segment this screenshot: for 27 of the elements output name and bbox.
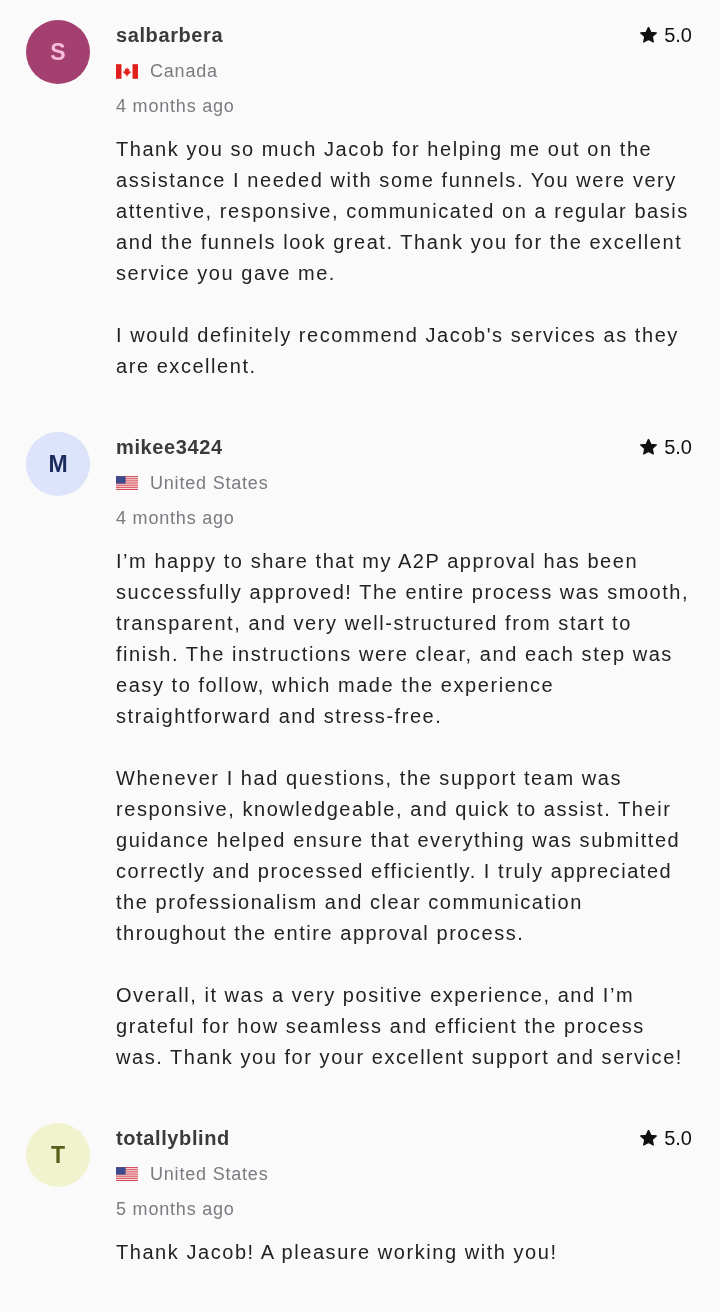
review-text: Whenever I had questions, the support team was responsive, knowledgeable, and quick to assist. Their guidance helped ensure that everything was submitted correctly and processed efficiently. I truly appreciated the professionalism and clear communication throughout the entire approval process. xyxy=(116,766,682,946)
star-icon xyxy=(640,439,658,455)
country-name: Canada xyxy=(150,60,218,83)
review-text: Overall, it was a very positive experience, and I’m grateful for how seamless and efficient the process was. Thank you for your excellent support and service! xyxy=(116,983,684,1070)
user-avatar: T xyxy=(26,1123,90,1187)
canada-flag-icon xyxy=(116,63,138,79)
review-text: I’m happy to share that my A2P approval has been successfully approved! The entire process was smooth, transparent, and very well-structured from start to finish. The instructions were clear, and each step was easy to follow, which made the experience straightforward and stress-free. xyxy=(116,549,691,729)
us-flag-icon xyxy=(116,1166,138,1182)
review-date: 5 months ago xyxy=(116,1198,236,1221)
rating-score: 5.0 xyxy=(664,435,692,460)
username: mikee3424 xyxy=(116,435,223,460)
user-avatar: S xyxy=(26,20,90,84)
username: totallyblind xyxy=(116,1126,230,1151)
rating-score: 5.0 xyxy=(664,1126,692,1151)
review-text: Thank you so much Jacob for helping me out on the assistance I needed with some funnels. You were very attentive, responsive, communicated on a regular basis and the funnels look great. Thank you for the excellent service you gave me. xyxy=(116,137,690,286)
star-icon xyxy=(640,27,658,43)
us-flag-icon xyxy=(116,475,138,491)
user-avatar: M xyxy=(26,432,90,496)
review-text: I would definitely recommend Jacob's services as they are excellent. xyxy=(116,323,680,379)
review-date: 4 months ago xyxy=(116,507,236,530)
country-name: United States xyxy=(150,472,269,495)
country-name: United States xyxy=(150,1163,269,1186)
username: salbarbera xyxy=(116,23,224,48)
rating-score: 5.0 xyxy=(664,23,692,48)
review-date: 4 months ago xyxy=(116,95,236,118)
star-icon xyxy=(640,1130,658,1146)
review-text: Thank Jacob! A pleasure working with you! xyxy=(116,1240,559,1265)
